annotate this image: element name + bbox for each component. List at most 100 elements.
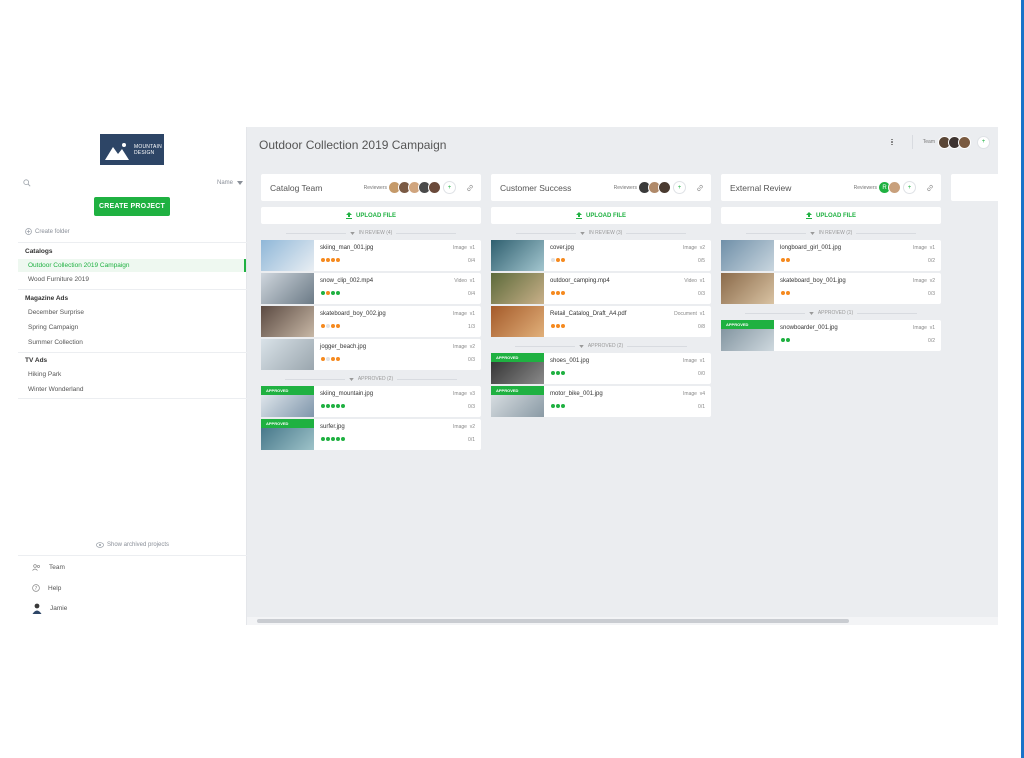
create-project-button[interactable]: CREATE PROJECT: [94, 197, 170, 216]
file-card[interactable]: outdoor_camping.mp4 Video v1 0/3: [491, 273, 711, 304]
upload-file-button[interactable]: UPLOAD FILE: [261, 207, 481, 224]
project-item-spring-campaign[interactable]: Spring Campaign: [18, 321, 246, 334]
section-toggle[interactable]: IN REVIEW (3): [491, 226, 711, 240]
add-member-icon[interactable]: +: [977, 135, 990, 149]
reviewers-label: Reviewers: [363, 184, 387, 191]
project-item-december-surprise[interactable]: December Surprise: [18, 306, 246, 319]
more-options-icon[interactable]: [891, 138, 894, 146]
reviewer-avatars[interactable]: R: [878, 181, 901, 194]
add-reviewer-icon[interactable]: +: [443, 181, 456, 194]
reviewer-avatars[interactable]: [638, 181, 671, 194]
project-item-outdoor-collection[interactable]: Outdoor Collection 2019 Campaign: [18, 259, 246, 272]
file-details: motor_bike_001.jpg Image v4 0/1: [544, 386, 711, 417]
section-toggle[interactable]: APPROVED (1): [721, 306, 941, 320]
file-details: Retail_Catalog_Draft_A4.pdf Document v1 …: [544, 306, 711, 337]
section-toggle[interactable]: APPROVED (2): [261, 372, 481, 386]
team-nav[interactable]: Team: [32, 564, 65, 571]
chevron-down-icon: [237, 181, 243, 185]
divider: [911, 135, 913, 149]
review-status-dots: [550, 257, 705, 263]
file-card[interactable]: APPROVED motor_bike_001.jpg Image v4 0/1: [491, 386, 711, 417]
file-thumbnail[interactable]: APPROVED: [491, 353, 544, 384]
file-thumbnail[interactable]: APPROVED: [261, 419, 314, 450]
add-reviewer-icon[interactable]: +: [673, 181, 686, 194]
file-card[interactable]: APPROVED shoes_001.jpg Image v1 0/0: [491, 353, 711, 384]
file-details: snowboarder_001.jpg Image v1 0/2: [774, 320, 941, 351]
file-thumbnail[interactable]: APPROVED: [261, 386, 314, 417]
file-thumbnail[interactable]: APPROVED: [491, 386, 544, 417]
comment-count: 0/4: [468, 258, 475, 264]
review-status-dots: [550, 403, 705, 409]
folder-title-tv-ads[interactable]: TV Ads: [25, 357, 47, 364]
file-thumbnail[interactable]: APPROVED: [721, 320, 774, 351]
section-toggle[interactable]: APPROVED (2): [491, 339, 711, 353]
section-toggle[interactable]: IN REVIEW (2): [721, 226, 941, 240]
avatar[interactable]: [658, 181, 671, 194]
file-card[interactable]: snow_clip_002.mp4 Video v1 0/4: [261, 273, 481, 304]
file-card[interactable]: cover.jpg Image v2 0/5: [491, 240, 711, 271]
eye-icon: [96, 542, 104, 548]
project-item-winter-wonderland[interactable]: Winter Wonderland: [18, 383, 246, 396]
avatar[interactable]: [888, 181, 901, 194]
upload-file-button[interactable]: UPLOAD FILE: [721, 207, 941, 224]
next-column-partial: [951, 174, 998, 201]
help-nav[interactable]: ? Help: [32, 584, 61, 592]
reviewers: Reviewers +: [364, 181, 474, 194]
brand-logo[interactable]: MOUNTAIN DESIGN: [100, 134, 164, 165]
file-card[interactable]: APPROVED snowboarder_001.jpg Image v1 0/…: [721, 320, 941, 351]
approved-badge: APPROVED: [261, 386, 314, 395]
reviewers: Reviewers +: [614, 181, 704, 194]
avatar[interactable]: [958, 135, 971, 149]
file-card[interactable]: Retail_Catalog_Draft_A4.pdf Document v1 …: [491, 306, 711, 337]
add-reviewer-icon[interactable]: +: [903, 181, 916, 194]
section-toggle[interactable]: IN REVIEW (4): [261, 226, 481, 240]
file-thumbnail[interactable]: [261, 240, 314, 271]
upload-file-button[interactable]: UPLOAD FILE: [491, 207, 711, 224]
review-status-dots: [780, 337, 935, 343]
search-icon[interactable]: [23, 179, 31, 187]
avatar[interactable]: [428, 181, 441, 194]
reviewer-avatars[interactable]: [388, 181, 441, 194]
link-icon[interactable]: [466, 184, 474, 192]
sort-dropdown[interactable]: Name: [217, 180, 243, 186]
file-thumbnail[interactable]: [261, 306, 314, 337]
create-folder-link[interactable]: Create folder: [25, 228, 70, 235]
review-status-dots: [320, 290, 475, 296]
file-card[interactable]: skiing_man_001.jpg Image v1 0/4: [261, 240, 481, 271]
column-title[interactable]: Catalog Team: [270, 183, 322, 193]
team-avatars[interactable]: [938, 135, 971, 149]
file-details: surfer.jpg Image v2 0/1: [314, 419, 481, 450]
file-thumbnail[interactable]: [721, 273, 774, 304]
file-card[interactable]: jogger_beach.jpg Image v2 0/3: [261, 339, 481, 370]
file-card[interactable]: APPROVED skiing_mountain.jpg Image v3 0/…: [261, 386, 481, 417]
file-thumbnail[interactable]: [491, 306, 544, 337]
show-archived-link[interactable]: Show archived projects: [18, 542, 247, 548]
scrollbar-thumb[interactable]: [257, 619, 849, 623]
link-icon[interactable]: [696, 184, 704, 192]
project-item-hiking-park[interactable]: Hiking Park: [18, 368, 246, 381]
file-card[interactable]: APPROVED surfer.jpg Image v2 0/1: [261, 419, 481, 450]
file-thumbnail[interactable]: [261, 339, 314, 370]
file-card[interactable]: skateboard_boy_001.jpg Image v2 0/3: [721, 273, 941, 304]
column-title[interactable]: Customer Success: [500, 183, 571, 193]
project-search[interactable]: Name: [23, 177, 243, 189]
main-board: Outdoor Collection 2019 Campaign Team + …: [247, 127, 998, 625]
project-item-summer-collection[interactable]: Summer Collection: [18, 336, 246, 349]
file-name: motor_bike_001.jpg: [550, 391, 603, 397]
project-item-wood-furniture[interactable]: Wood Furniture 2019: [18, 273, 246, 286]
file-thumbnail[interactable]: [491, 273, 544, 304]
column-title[interactable]: External Review: [730, 183, 791, 193]
file-thumbnail[interactable]: [491, 240, 544, 271]
file-card[interactable]: skateboard_boy_002.jpg Image v1 1/3: [261, 306, 481, 337]
folder-title-catalogs[interactable]: Catalogs: [25, 248, 52, 255]
file-type: Image: [683, 391, 697, 397]
user-profile[interactable]: Jamie: [32, 603, 67, 614]
file-thumbnail[interactable]: [721, 240, 774, 271]
file-thumbnail[interactable]: [261, 273, 314, 304]
folder-title-magazine-ads[interactable]: Magazine Ads: [25, 295, 68, 302]
file-name: jogger_beach.jpg: [320, 344, 367, 350]
link-icon[interactable]: [926, 184, 934, 192]
logo-line-2: DESIGN: [134, 149, 155, 156]
file-card[interactable]: longboard_girl_001.jpg Image v1 0/2: [721, 240, 941, 271]
horizontal-scrollbar[interactable]: [247, 617, 998, 625]
